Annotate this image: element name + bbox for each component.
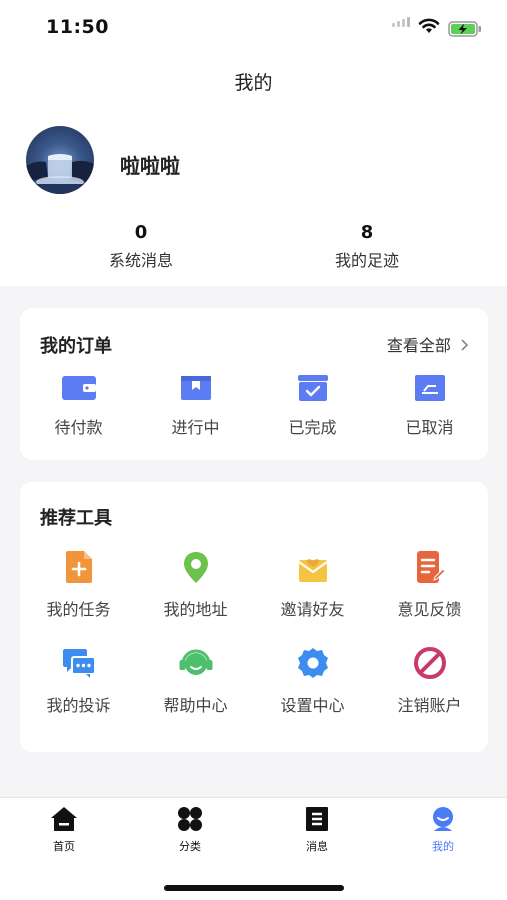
tool-label: 我的投诉 — [46, 696, 111, 715]
tool-label: 设置中心 — [280, 696, 345, 715]
bottom-tab-bar: 首页 分类 消息 我的 — [0, 797, 507, 900]
page-title: 我的 — [234, 72, 273, 94]
feedback-doc-icon — [416, 551, 446, 583]
tab-messages[interactable]: 消息 — [267, 806, 367, 854]
order-label: 已取消 — [405, 418, 454, 437]
tool-label: 意见反馈 — [397, 600, 462, 619]
chevron-right-icon — [461, 339, 469, 351]
wallet-icon — [61, 376, 96, 400]
tab-profile[interactable]: 我的 — [393, 806, 493, 854]
tool-label: 帮助中心 — [163, 696, 228, 715]
status-bar: 11:50 — [0, 0, 507, 52]
view-all-label: 查看全部 — [386, 336, 451, 355]
tool-help-center[interactable]: 帮助中心 — [137, 646, 254, 716]
order-label: 待付款 — [54, 418, 103, 437]
cancel-box-icon — [414, 375, 445, 401]
order-pending-payment[interactable]: 待付款 — [20, 374, 137, 438]
avatar[interactable] — [26, 126, 94, 194]
stat-value: 8 — [360, 222, 374, 243]
tool-settings-center[interactable]: 设置中心 — [254, 646, 371, 716]
tool-label: 我的地址 — [163, 600, 228, 619]
check-box-icon — [297, 375, 328, 401]
headset-icon — [179, 649, 212, 675]
waterfall-image — [26, 154, 94, 194]
order-label: 进行中 — [171, 418, 220, 437]
battery-icon — [448, 21, 481, 37]
tool-deactivate-account[interactable]: 注销账户 — [371, 646, 488, 716]
tool-label: 我的任务 — [46, 600, 111, 619]
bookmark-box-icon — [180, 376, 211, 400]
stat-label: 我的足迹 — [334, 251, 399, 270]
tools-card: 推荐工具 我的任务 我的地址 邀请好友 意见反馈 我的投诉 帮助中心 设置中心 … — [20, 482, 488, 752]
chat-bubbles-icon — [62, 649, 96, 678]
tab-category[interactable]: 分类 — [140, 806, 240, 854]
status-time: 11:50 — [46, 16, 109, 38]
tab-home[interactable]: 首页 — [14, 806, 114, 854]
stat-system-messages[interactable]: 0 系统消息 — [71, 222, 211, 271]
gear-icon — [297, 648, 328, 678]
stat-value: 0 — [134, 222, 148, 243]
orders-card: 我的订单 查看全部 待付款 进行中 已完成 已取消 — [20, 308, 488, 460]
stat-footprints[interactable]: 8 我的足迹 — [297, 222, 437, 271]
tool-feedback[interactable]: 意见反馈 — [371, 550, 488, 620]
tab-label: 首页 — [53, 840, 75, 853]
order-label: 已完成 — [288, 418, 337, 437]
stat-label: 系统消息 — [108, 251, 173, 270]
order-completed[interactable]: 已完成 — [254, 374, 371, 438]
wifi-icon — [418, 18, 440, 33]
orders-title: 我的订单 — [40, 336, 112, 357]
tool-my-address[interactable]: 我的地址 — [137, 550, 254, 620]
profile-icon — [433, 807, 453, 831]
mail-heart-icon — [297, 559, 328, 582]
tab-label: 消息 — [306, 840, 328, 853]
tool-label: 注销账户 — [397, 696, 462, 715]
tools-title: 推荐工具 — [40, 508, 112, 529]
tool-invite-friends[interactable]: 邀请好友 — [254, 550, 371, 620]
tool-my-tasks[interactable]: 我的任务 — [20, 550, 137, 620]
tool-my-complaints[interactable]: 我的投诉 — [20, 646, 137, 716]
view-all-orders-link[interactable]: 查看全部 — [387, 332, 470, 356]
order-cancelled[interactable]: 已取消 — [371, 374, 488, 438]
location-pin-icon — [183, 552, 208, 583]
task-file-icon — [65, 551, 92, 583]
order-in-progress[interactable]: 进行中 — [137, 374, 254, 438]
tab-label: 分类 — [179, 840, 201, 853]
home-indicator — [164, 885, 344, 891]
tab-label: 我的 — [432, 840, 454, 853]
home-icon — [51, 807, 77, 831]
username: 啦啦啦 — [120, 154, 180, 178]
tool-label: 邀请好友 — [280, 600, 345, 619]
message-list-icon — [306, 807, 328, 831]
category-icon — [178, 807, 202, 831]
prohibited-icon — [413, 647, 446, 679]
